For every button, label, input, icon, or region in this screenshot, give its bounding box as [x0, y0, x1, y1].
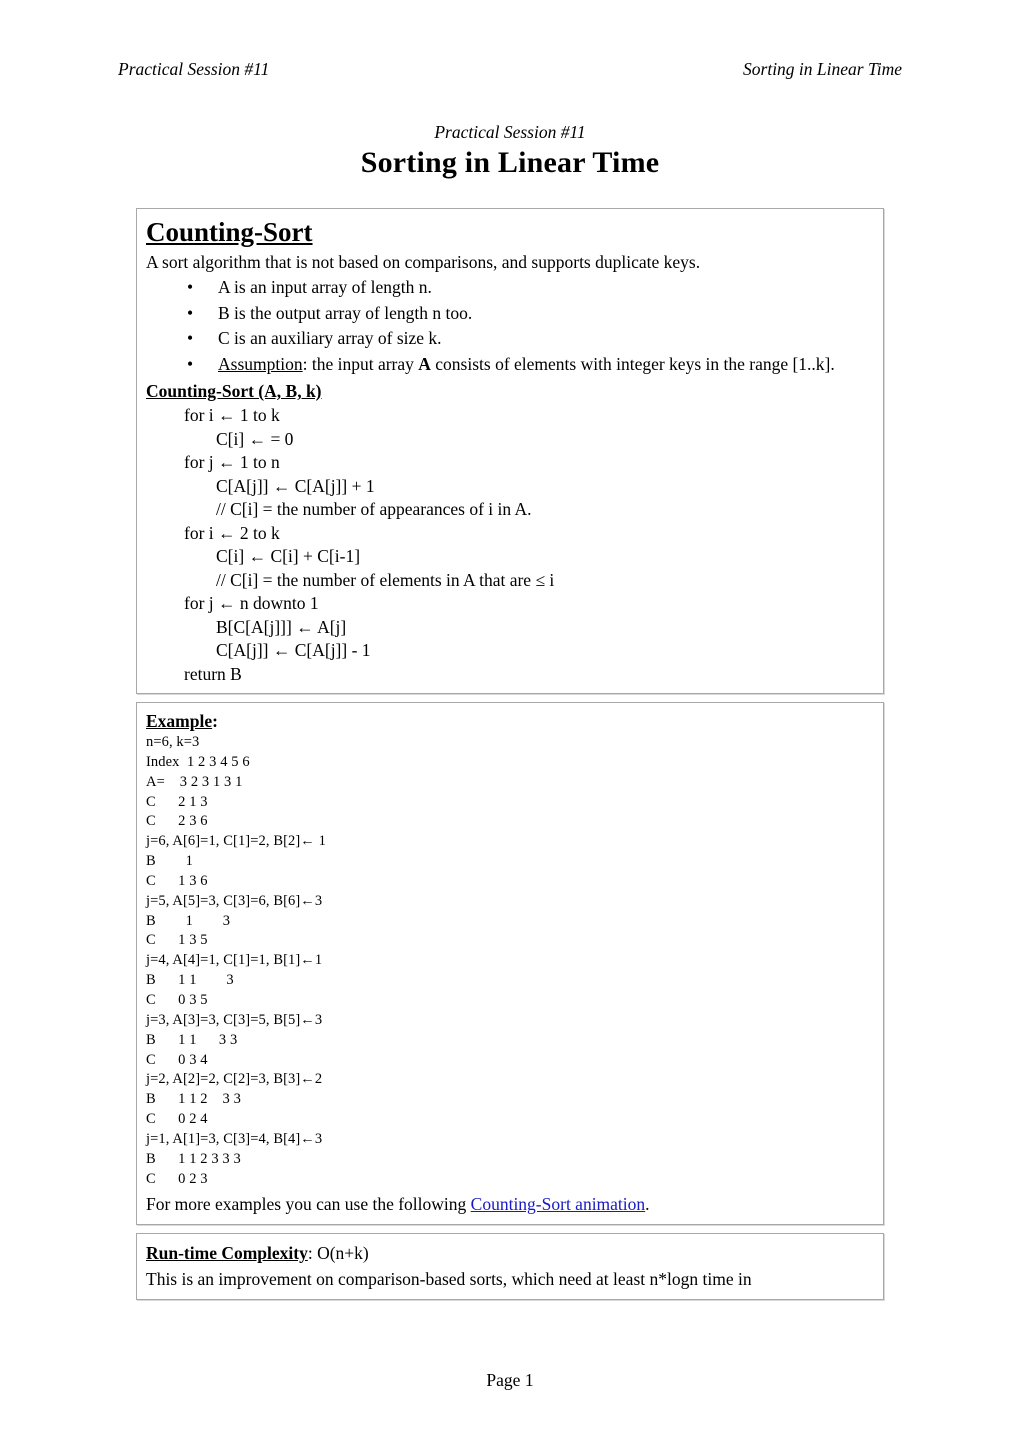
list-item-assumption: • Assumption: the input array A consists…	[146, 352, 874, 378]
title-block: Practical Session #11 Sorting in Linear …	[0, 120, 1020, 182]
bullet-icon: •	[187, 353, 194, 374]
example-footer: For more examples you can use the follow…	[146, 1191, 874, 1217]
running-header-right: Sorting in Linear Time	[743, 59, 902, 79]
pseudocode-line: // C[i] = the number of appearances of i…	[216, 499, 532, 519]
list-item: • C is an auxiliary array of size k.	[146, 326, 874, 352]
pseudocode-line: for i ← 1 to k	[184, 405, 280, 425]
example-trace-line: B 1 1 3	[146, 972, 234, 989]
example-trace-line: j=6, A[6]=1, C[1]=2, B[2]← 1	[146, 833, 326, 850]
content-boxes: Counting-Sort A sort algorithm that is n…	[136, 208, 884, 1308]
counting-sort-animation-link[interactable]: Counting-Sort animation	[471, 1194, 646, 1214]
counting-sort-bullet-list: • A is an input array of length n. • B i…	[146, 275, 874, 377]
example-trace-line: C 1 3 5	[146, 932, 208, 949]
pseudocode-line: for i ← 2 to k	[184, 522, 280, 543]
pseudocode-line: C[A[j]] ← C[A[j]] - 1	[216, 640, 371, 660]
list-item: • A is an input array of length n.	[146, 275, 874, 301]
example-trace-line: j=2, A[2]=2, C[2]=3, B[3]←2	[146, 1071, 323, 1088]
example-heading: Example:	[146, 709, 218, 733]
document-page: Practical Session #11 Sorting in Linear …	[0, 0, 1020, 1443]
runtime-complexity-label: Run-time Complexity	[146, 1243, 308, 1264]
runtime-complexity-note: This is an improvement on comparison-bas…	[146, 1269, 752, 1290]
pseudocode-line: B[C[A[j]]] ← A[j]	[216, 616, 347, 637]
example-trace-line: j=5, A[5]=3, C[3]=6, B[6]←3	[146, 892, 323, 909]
assumption-text-before: : the input array	[302, 353, 419, 374]
pseudocode-line: C[A[j]] ← C[A[j]] + 1	[216, 475, 375, 496]
example-trace-line: B 1 1 2 3 3 3	[146, 1150, 241, 1167]
bullet-icon: •	[187, 328, 194, 348]
example-trace-line: C 0 3 4	[146, 1051, 208, 1068]
example-trace-line: Index 1 2 3 4 5 6	[146, 753, 250, 770]
document-subtitle: Practical Session #11	[434, 122, 586, 142]
bullet-icon: •	[187, 302, 194, 323]
assumption-label: Assumption	[218, 353, 303, 374]
example-box: Example: n=6, k=3 Index 1 2 3 4 5 6 A= 3…	[136, 702, 884, 1226]
example-trace-line: B 1 1 2 3 3	[146, 1091, 241, 1108]
example-trace-line: B 1 3	[146, 912, 231, 929]
example-footer-text-after: .	[645, 1194, 650, 1215]
runtime-complexity-heading: Run-time Complexity: O(n+k)	[146, 1240, 874, 1266]
example-trace-line: C 0 2 4	[146, 1111, 208, 1128]
example-trace-line: j=3, A[3]=3, C[3]=5, B[5]←3	[146, 1011, 323, 1028]
example-trace-line: C 2 1 3	[146, 793, 208, 810]
example-trace-line: n=6, k=3	[146, 734, 200, 750]
list-item-label: B is the output array of length n too.	[218, 302, 473, 323]
pseudocode-line: C[i] ← C[i] + C[i-1]	[216, 546, 361, 566]
pseudocode-line: C[i] ← = 0	[216, 428, 294, 449]
running-header: Practical Session #11 Sorting in Linear …	[118, 58, 902, 80]
example-trace-line: j=1, A[1]=3, C[3]=4, B[4]←3	[146, 1130, 323, 1147]
example-trace-line: C 0 3 5	[146, 991, 208, 1008]
example-trace-line: j=4, A[4]=1, C[1]=1, B[1]←1	[146, 952, 323, 969]
example-trace-line: C 2 3 6	[146, 813, 208, 830]
example-trace-line: A= 3 2 3 1 3 1	[146, 773, 243, 790]
running-header-left: Practical Session #11	[118, 59, 270, 79]
page-footer: Page 1	[0, 1369, 1020, 1391]
pseudocode-line: for j ← 1 to n	[184, 452, 280, 472]
example-heading-colon: :	[212, 711, 218, 731]
page-title: Sorting in Linear Time	[360, 146, 660, 179]
list-item-label: A is an input array of length n.	[218, 277, 432, 297]
pseudocode-block: for i ← 1 to k C[i] ← = 0 for j ← 1 to n…	[146, 404, 874, 686]
bullet-icon: •	[187, 277, 194, 297]
assumption-bold-token: A	[418, 353, 431, 374]
example-trace-block: n=6, k=3 Index 1 2 3 4 5 6 A= 3 2 3 1 3 …	[146, 733, 874, 1189]
pseudocode-line: for j ← n downto 1	[184, 593, 319, 613]
example-footer-text-before: For more examples you can use the follow…	[146, 1194, 471, 1215]
runtime-complexity-box: Run-time Complexity: O(n+k) This is an i…	[136, 1233, 884, 1301]
page-number: Page 1	[486, 1370, 534, 1390]
pseudocode-line: return B	[184, 663, 242, 684]
list-item-label: C is an auxiliary array of size k.	[218, 328, 442, 348]
counting-sort-box: Counting-Sort A sort algorithm that is n…	[136, 208, 884, 694]
example-trace-line: B 1	[146, 853, 193, 870]
runtime-complexity-value: : O(n+k)	[307, 1243, 369, 1264]
counting-sort-intro: A sort algorithm that is not based on co…	[146, 252, 701, 272]
section-heading-counting-sort: Counting-Sort	[146, 217, 313, 247]
pseudocode-signature: Counting-Sort (A, B, k)	[146, 381, 322, 401]
example-trace-line: C 1 3 6	[146, 872, 208, 889]
example-trace-line: C 0 2 3	[146, 1170, 208, 1187]
pseudocode-line: // C[i] = the number of elements in A th…	[216, 569, 555, 590]
example-heading-label: Example	[146, 711, 213, 731]
assumption-text-after: consists of elements with integer keys i…	[430, 353, 835, 374]
list-item: • B is the output array of length n too.	[146, 301, 874, 327]
example-trace-line: B 1 1 3 3	[146, 1031, 238, 1048]
